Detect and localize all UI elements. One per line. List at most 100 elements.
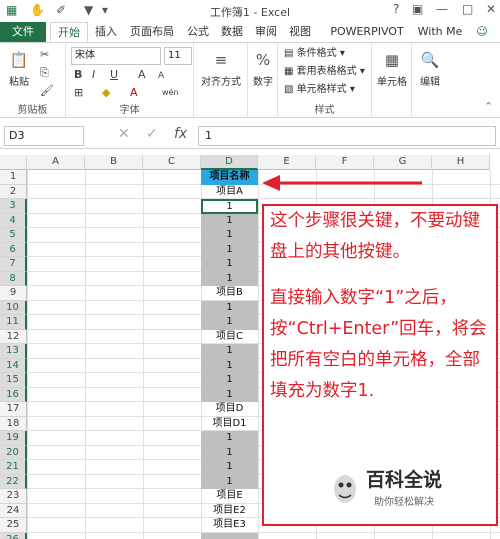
column-header-a[interactable]: A (27, 155, 85, 170)
tab-formulas[interactable]: 公式 (182, 22, 214, 42)
row-header[interactable]: 14 (0, 358, 27, 373)
data-cell[interactable]: 1 (201, 242, 258, 257)
row-header[interactable]: 23 (0, 489, 27, 504)
column-header-e[interactable]: E (258, 155, 316, 170)
account-icon[interactable]: ☺ (470, 22, 494, 42)
data-cell[interactable]: 1 (201, 474, 258, 489)
row-header[interactable]: 25 (0, 518, 27, 533)
font-name-box[interactable]: 宋体 (71, 47, 161, 65)
collapse-ribbon-icon[interactable]: ⌃ (484, 99, 493, 115)
close-button[interactable]: ✕ (486, 2, 496, 16)
ribbon-display-button[interactable]: ▣ (412, 2, 423, 16)
data-cell[interactable]: 1 (201, 300, 258, 315)
tab-review[interactable]: 审阅 (250, 22, 282, 42)
row-header[interactable]: 2 (0, 184, 27, 199)
tab-home[interactable]: 开始 (50, 22, 88, 42)
tab-page-layout[interactable]: 页面布局 (124, 22, 180, 42)
data-cell[interactable]: 1 (201, 460, 258, 475)
italic-button[interactable]: I (92, 67, 95, 83)
shrink-font-button[interactable]: A (158, 68, 164, 84)
data-cell[interactable]: 项目D (201, 402, 258, 417)
column-header-c[interactable]: C (143, 155, 201, 170)
row-header[interactable]: 11 (0, 315, 27, 330)
cell-styles-button[interactable]: ▧ 单元格样式 ▾ (284, 82, 355, 98)
tab-file[interactable]: 文件 (0, 22, 46, 42)
row-header[interactable]: 13 (0, 344, 27, 359)
row-header[interactable]: 22 (0, 474, 27, 489)
tab-powerpivot[interactable]: POWERPIVOT (322, 22, 412, 42)
formula-input[interactable]: 1 (198, 126, 496, 146)
active-cell[interactable]: 1 (201, 199, 258, 214)
data-cell[interactable]: 项目C (201, 330, 258, 345)
minimize-button[interactable]: — (436, 2, 448, 16)
row-header[interactable]: 4 (0, 213, 27, 228)
row-header[interactable]: 24 (0, 503, 27, 518)
column-header-b[interactable]: B (85, 155, 143, 170)
data-cell[interactable]: 1 (201, 271, 258, 286)
paste-button[interactable]: 📋 粘贴 (4, 49, 34, 88)
row-header[interactable]: 9 (0, 286, 27, 301)
data-cell[interactable]: 项目B (201, 286, 258, 301)
data-cell[interactable]: 1 (201, 431, 258, 446)
conditional-format-button[interactable]: ▤ 条件格式 ▾ (284, 46, 345, 62)
data-cell[interactable]: 项目E (201, 489, 258, 504)
tab-insert[interactable]: 插入 (90, 22, 122, 42)
row-header[interactable]: 5 (0, 228, 27, 243)
format-as-table-button[interactable]: ▦ 套用表格格式 ▾ (284, 64, 365, 80)
alignment-button[interactable]: ≡ 对齐方式 (198, 49, 244, 88)
column-header-g[interactable]: G (374, 155, 432, 170)
grow-font-button[interactable]: A (138, 67, 146, 83)
row-header[interactable]: 10 (0, 300, 27, 315)
data-cell[interactable]: 项目E2 (201, 504, 258, 519)
editing-button[interactable]: 🔍 编辑 (412, 49, 448, 88)
tab-view[interactable]: 视图 (284, 22, 316, 42)
data-cell[interactable]: 1 (201, 373, 258, 388)
data-cell[interactable]: 1 (201, 387, 258, 402)
row-header[interactable]: 19 (0, 431, 27, 446)
tab-with-me[interactable]: With Me (414, 22, 466, 42)
row-header[interactable]: 16 (0, 387, 27, 402)
row-header[interactable]: 21 (0, 460, 27, 475)
row-header[interactable]: 6 (0, 242, 27, 257)
data-cell[interactable]: 1 (201, 344, 258, 359)
row-header[interactable]: 26 (0, 532, 27, 539)
insert-function-icon[interactable]: fx (174, 126, 187, 142)
row-header[interactable]: 8 (0, 271, 27, 286)
row-header[interactable]: 18 (0, 416, 27, 431)
data-cell[interactable]: 1 (201, 213, 258, 228)
data-cell[interactable]: 1 (201, 228, 258, 243)
name-box[interactable]: D3 (4, 126, 84, 146)
select-all-corner[interactable] (0, 155, 27, 170)
row-header[interactable]: 12 (0, 329, 27, 344)
row-header[interactable]: 1 (0, 170, 27, 185)
data-cell[interactable]: 1 (201, 445, 258, 460)
data-cell[interactable]: 项目A (201, 185, 258, 200)
row-header[interactable]: 15 (0, 373, 27, 388)
row-header[interactable]: 7 (0, 257, 27, 272)
data-cell[interactable]: 1 (201, 315, 258, 330)
underline-button[interactable]: U (110, 67, 118, 83)
border-icon[interactable]: ⊞ (74, 85, 83, 101)
tab-data[interactable]: 数据 (216, 22, 248, 42)
row-header[interactable]: 20 (0, 445, 27, 460)
row-header[interactable]: 17 (0, 402, 27, 417)
number-button[interactable]: % 数字 (248, 49, 278, 88)
phonetic-button[interactable]: wén (162, 85, 179, 101)
cut-icon[interactable]: ✂ (40, 47, 49, 63)
data-cell[interactable]: 项目E3 (201, 518, 258, 533)
format-painter-icon[interactable]: 🖌 (40, 83, 54, 99)
cells-button[interactable]: ▦ 单元格 (372, 49, 412, 88)
data-cell[interactable]: 1 (201, 257, 258, 272)
data-cell[interactable]: 1 (201, 358, 258, 373)
data-cell[interactable] (201, 532, 258, 539)
copy-icon[interactable]: ⎘ (40, 65, 49, 81)
enter-icon[interactable]: ✓ (146, 126, 158, 142)
column-header-d[interactable]: D (201, 155, 258, 170)
column-header-h[interactable]: H (432, 155, 490, 170)
help-button[interactable]: ? (393, 2, 399, 16)
row-header[interactable]: 3 (0, 199, 27, 214)
font-color-icon[interactable]: A (130, 85, 138, 101)
bold-button[interactable]: B (74, 67, 82, 83)
column-header-f[interactable]: F (316, 155, 374, 170)
data-cell[interactable]: 项目D1 (201, 417, 258, 432)
